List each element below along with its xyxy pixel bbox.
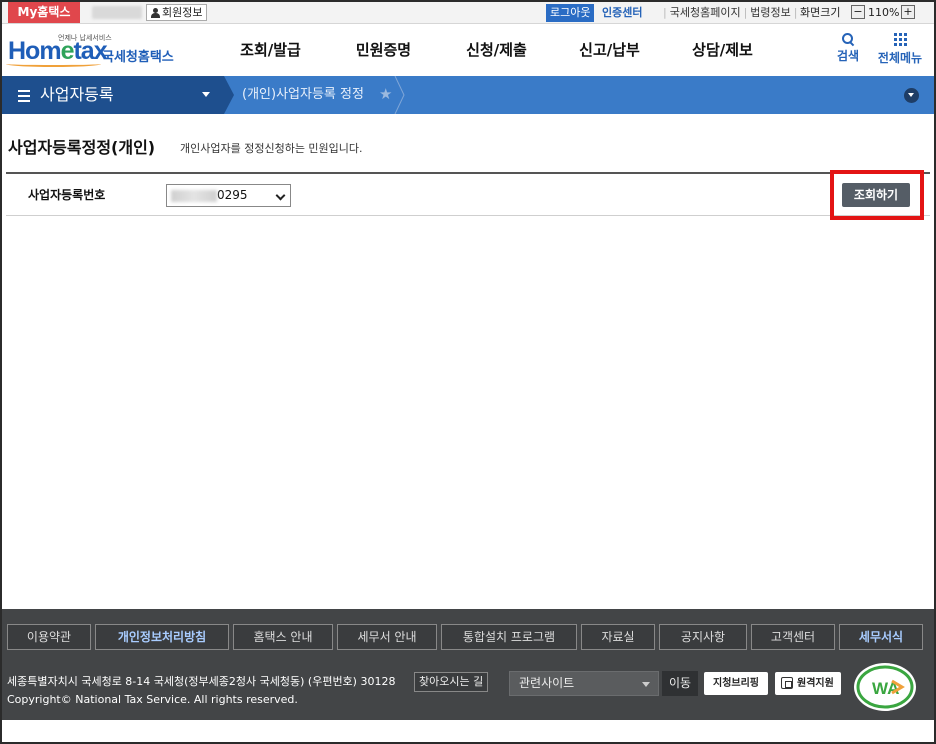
grid-icon <box>893 33 907 46</box>
menu-consult-report[interactable]: 상담/제보 <box>666 25 779 76</box>
menu-civil-certificate[interactable]: 민원증명 <box>327 25 440 76</box>
screen-size-label: 화면크기 <box>800 6 841 19</box>
location-bar: 사업자등록 (개인)사업자등록 정정 ★ <box>2 76 934 114</box>
logo-kor: 국세청홈택스 <box>102 50 174 65</box>
search-button[interactable]: 검색 <box>828 33 868 64</box>
user-name-blurred <box>92 6 142 19</box>
util-links: | 국세청홈페이지 | 법령정보 | <box>663 6 798 19</box>
menu-report-pay[interactable]: 신고/납부 <box>553 25 666 76</box>
related-sites-label: 관련사이트 <box>519 676 575 690</box>
footer-address: 세종특별자치시 국세청로 8-14 국세청(정부세종2청사 국세청동) (우편번… <box>7 675 396 688</box>
related-sites-select[interactable]: 관련사이트 <box>509 671 659 696</box>
breadcrumb-end-arrow <box>394 76 405 114</box>
briefing-badge[interactable]: 지청브리핑 <box>704 672 768 695</box>
remote-support-label: 원격지원 <box>797 678 834 689</box>
footer-nav: 이용약관 개인정보처리방침 홈택스 안내 세무서 안내 통합설치 프로그램 자료… <box>7 624 923 650</box>
footer-tax-forms[interactable]: 세무서식 <box>839 624 923 650</box>
page-title: 사업자등록정정(개인) <box>8 138 156 157</box>
find-way-button[interactable]: 찾아오시는 길 <box>414 672 489 692</box>
person-icon <box>151 7 160 18</box>
zoom-in-button[interactable]: + <box>901 5 915 19</box>
web-accessibility-mark: WA <box>854 663 916 711</box>
breadcrumb-separator <box>224 76 234 114</box>
caret-down-icon <box>202 92 210 97</box>
footer-install-program[interactable]: 통합설치 프로그램 <box>441 624 577 650</box>
breadcrumb-current[interactable]: (개인)사업자등록 정정 <box>242 76 364 114</box>
remote-support-button[interactable]: 원격지원 <box>775 672 841 695</box>
footer-customer-center[interactable]: 고객센터 <box>751 624 835 650</box>
search-form: 사업자등록번호 0295 <box>6 172 930 216</box>
page-description: 개인사업자를 정정신청하는 민원입니다. <box>180 142 363 155</box>
nav-expand-icon[interactable] <box>904 88 919 103</box>
search-label: 검색 <box>836 49 860 63</box>
triangle-down-icon <box>642 682 650 687</box>
footer: 이용약관 개인정보처리방침 홈택스 안내 세무서 안내 통합설치 프로그램 자료… <box>2 609 934 720</box>
zoom-value: 110% <box>868 6 900 19</box>
cert-center-link[interactable]: 인증센터 <box>602 4 642 22</box>
footer-notice[interactable]: 공지사항 <box>659 624 747 650</box>
header: 언제나 납세서비스 Hometax 국세청홈택스 조회/발급 민원증명 신청/제… <box>2 25 934 76</box>
footer-privacy[interactable]: 개인정보처리방침 <box>95 624 229 650</box>
logout-button[interactable]: 로그아웃 <box>546 4 595 22</box>
favorite-star-icon[interactable]: ★ <box>379 86 392 102</box>
go-button[interactable]: 이동 <box>662 671 698 696</box>
inquiry-button[interactable]: 조회하기 <box>842 183 910 207</box>
member-info-label: 회원정보 <box>162 6 203 19</box>
logo-swoosh <box>6 61 101 67</box>
member-info-button[interactable]: 회원정보 <box>146 4 208 21</box>
footer-library[interactable]: 자료실 <box>581 624 655 650</box>
chevron-down-icon <box>275 190 286 201</box>
menu-inquiry-issue[interactable]: 조회/발급 <box>214 25 327 76</box>
footer-terms[interactable]: 이용약관 <box>7 624 91 650</box>
remote-icon <box>781 677 793 689</box>
footer-copyright: Copyright© National Tax Service. All rig… <box>7 693 298 706</box>
all-menu-button[interactable]: 전체메뉴 <box>870 33 930 66</box>
menu-apply-submit[interactable]: 신청/제출 <box>440 25 553 76</box>
search-icon <box>842 33 854 45</box>
all-menu-label: 전체메뉴 <box>877 51 923 65</box>
zoom-out-button[interactable]: − <box>851 5 865 19</box>
law-info-link[interactable]: 법령정보 <box>750 6 790 19</box>
masked-number <box>171 189 217 202</box>
footer-tax-office[interactable]: 세무서 안내 <box>337 624 437 650</box>
business-number-suffix: 0295 <box>217 188 248 202</box>
main-menu: 조회/발급 민원증명 신청/제출 신고/납부 상담/제보 <box>214 25 779 76</box>
business-number-label: 사업자등록번호 <box>28 188 106 202</box>
section-selector[interactable]: 사업자등록 <box>2 76 224 114</box>
business-number-select[interactable]: 0295 <box>166 184 291 207</box>
app-window: My홈택스 회원정보 로그아웃 인증센터 | 국세청홈페이지 | 법령정보 | 화면크기… <box>0 0 936 744</box>
hometax-logo[interactable]: 언제나 납세서비스 Hometax 국세청홈택스 <box>6 31 181 71</box>
utility-bar: My홈택스 회원정보 로그아웃 인증센터 | 국세청홈페이지 | 법령정보 | 화면크기… <box>2 2 934 24</box>
hamburger-icon <box>18 90 30 105</box>
section-title: 사업자등록 <box>40 85 114 104</box>
nts-homepage-link[interactable]: 국세청홈페이지 <box>670 6 741 19</box>
my-hometax-tab[interactable]: My홈택스 <box>8 2 80 23</box>
footer-hometax-guide[interactable]: 홈택스 안내 <box>233 624 333 650</box>
